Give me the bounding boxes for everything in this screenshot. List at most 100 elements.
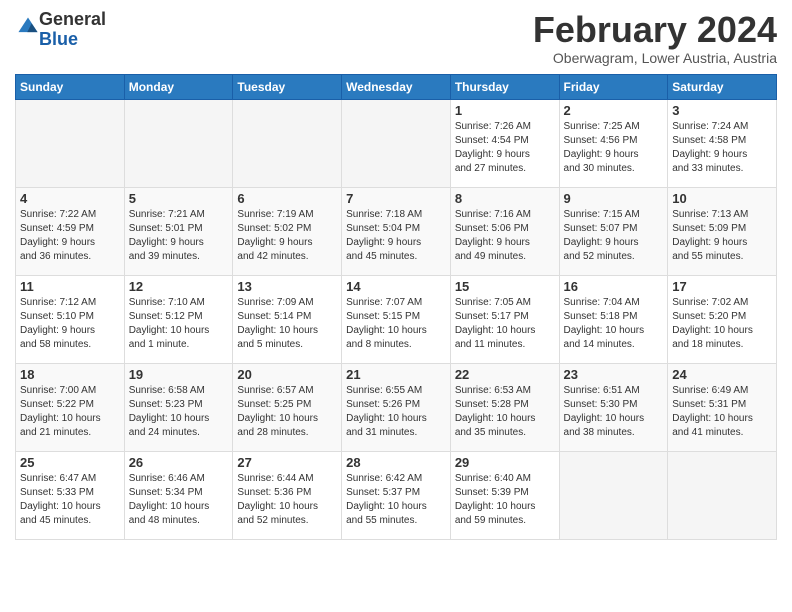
calendar-cell: 15 Sunrise: 7:05 AM Sunset: 5:17 PM Dayli… [450, 275, 559, 363]
day-info: Sunrise: 6:58 AM Sunset: 5:23 PM Dayligh… [129, 384, 229, 440]
day-info: Sunrise: 7:12 AM Sunset: 5:10 PM Dayligh… [20, 296, 120, 352]
month-title: February 2024 [533, 10, 777, 50]
day-number: 7 [346, 191, 446, 206]
calendar-table: SundayMondayTuesdayWednesdayThursdayFrid… [15, 74, 777, 540]
day-number: 24 [672, 367, 772, 382]
calendar-cell: 20 Sunrise: 6:57 AM Sunset: 5:25 PM Dayli… [233, 363, 342, 451]
day-info: Sunrise: 6:49 AM Sunset: 5:31 PM Dayligh… [672, 384, 772, 440]
calendar-cell: 22 Sunrise: 6:53 AM Sunset: 5:28 PM Dayli… [450, 363, 559, 451]
calendar-cell [342, 99, 451, 187]
day-number: 22 [455, 367, 555, 382]
calendar-cell: 10 Sunrise: 7:13 AM Sunset: 5:09 PM Dayli… [668, 187, 777, 275]
day-header-saturday: Saturday [668, 74, 777, 99]
day-number: 21 [346, 367, 446, 382]
calendar-cell: 26 Sunrise: 6:46 AM Sunset: 5:34 PM Dayli… [124, 451, 233, 539]
day-info: Sunrise: 6:46 AM Sunset: 5:34 PM Dayligh… [129, 472, 229, 528]
day-number: 19 [129, 367, 229, 382]
calendar-cell: 2 Sunrise: 7:25 AM Sunset: 4:56 PM Daylig… [559, 99, 668, 187]
calendar-cell: 9Sunrise: 7:15 AM Sunset: 5:07 PM Daylig… [559, 187, 668, 275]
calendar-cell: 25 Sunrise: 6:47 AM Sunset: 5:33 PM Dayli… [16, 451, 125, 539]
title-area: February 2024 Oberwagram, Lower Austria,… [533, 10, 777, 66]
day-header-friday: Friday [559, 74, 668, 99]
calendar-cell: 3 Sunrise: 7:24 AM Sunset: 4:58 PM Daylig… [668, 99, 777, 187]
calendar-cell [233, 99, 342, 187]
day-info: Sunrise: 7:19 AM Sunset: 5:02 PM Dayligh… [237, 208, 337, 264]
day-info: Sunrise: 7:21 AM Sunset: 5:01 PM Dayligh… [129, 208, 229, 264]
calendar-cell: 19 Sunrise: 6:58 AM Sunset: 5:23 PM Dayli… [124, 363, 233, 451]
logo: General Blue [15, 10, 106, 50]
day-info: Sunrise: 7:13 AM Sunset: 5:09 PM Dayligh… [672, 208, 772, 264]
day-info: Sunrise: 7:07 AM Sunset: 5:15 PM Dayligh… [346, 296, 446, 352]
location: Oberwagram, Lower Austria, Austria [533, 50, 777, 66]
day-header-tuesday: Tuesday [233, 74, 342, 99]
day-info: Sunrise: 7:25 AM Sunset: 4:56 PM Dayligh… [564, 120, 664, 176]
day-info: Sunrise: 6:47 AM Sunset: 5:33 PM Dayligh… [20, 472, 120, 528]
calendar-week-2: 4 Sunrise: 7:22 AM Sunset: 4:59 PM Daylig… [16, 187, 777, 275]
day-number: 15 [455, 279, 555, 294]
day-header-sunday: Sunday [16, 74, 125, 99]
day-number: 17 [672, 279, 772, 294]
day-info: Sunrise: 7:09 AM Sunset: 5:14 PM Dayligh… [237, 296, 337, 352]
day-info: Sunrise: 7:00 AM Sunset: 5:22 PM Dayligh… [20, 384, 120, 440]
day-number: 4 [20, 191, 120, 206]
day-info: Sunrise: 6:44 AM Sunset: 5:36 PM Dayligh… [237, 472, 337, 528]
day-info: Sunrise: 7:26 AM Sunset: 4:54 PM Dayligh… [455, 120, 555, 176]
day-number: 9 [564, 191, 664, 206]
day-number: 5 [129, 191, 229, 206]
day-info: Sunrise: 7:22 AM Sunset: 4:59 PM Dayligh… [20, 208, 120, 264]
calendar-cell: 7 Sunrise: 7:18 AM Sunset: 5:04 PM Daylig… [342, 187, 451, 275]
calendar-cell: 5 Sunrise: 7:21 AM Sunset: 5:01 PM Daylig… [124, 187, 233, 275]
calendar-week-1: 1 Sunrise: 7:26 AM Sunset: 4:54 PM Daylig… [16, 99, 777, 187]
calendar-cell: 8 Sunrise: 7:16 AM Sunset: 5:06 PM Daylig… [450, 187, 559, 275]
day-info: Sunrise: 7:18 AM Sunset: 5:04 PM Dayligh… [346, 208, 446, 264]
day-number: 12 [129, 279, 229, 294]
calendar-week-3: 11 Sunrise: 7:12 AM Sunset: 5:10 PM Dayli… [16, 275, 777, 363]
calendar-cell: 16Sunrise: 7:04 AM Sunset: 5:18 PM Dayli… [559, 275, 668, 363]
calendar-header-row: SundayMondayTuesdayWednesdayThursdayFrid… [16, 74, 777, 99]
day-number: 23 [564, 367, 664, 382]
day-number: 29 [455, 455, 555, 470]
logo-icon [17, 16, 39, 38]
day-header-thursday: Thursday [450, 74, 559, 99]
day-number: 8 [455, 191, 555, 206]
calendar-cell: 21 Sunrise: 6:55 AM Sunset: 5:26 PM Dayli… [342, 363, 451, 451]
calendar-cell: 23Sunrise: 6:51 AM Sunset: 5:30 PM Dayli… [559, 363, 668, 451]
day-info: Sunrise: 6:57 AM Sunset: 5:25 PM Dayligh… [237, 384, 337, 440]
day-info: Sunrise: 6:40 AM Sunset: 5:39 PM Dayligh… [455, 472, 555, 528]
day-info: Sunrise: 6:53 AM Sunset: 5:28 PM Dayligh… [455, 384, 555, 440]
day-info: Sunrise: 7:24 AM Sunset: 4:58 PM Dayligh… [672, 120, 772, 176]
day-number: 14 [346, 279, 446, 294]
calendar-cell [16, 99, 125, 187]
logo-blue-text: Blue [39, 29, 78, 49]
day-number: 1 [455, 103, 555, 118]
day-number: 11 [20, 279, 120, 294]
day-number: 3 [672, 103, 772, 118]
day-info: Sunrise: 7:16 AM Sunset: 5:06 PM Dayligh… [455, 208, 555, 264]
calendar-cell: 14 Sunrise: 7:07 AM Sunset: 5:15 PM Dayli… [342, 275, 451, 363]
calendar-cell: 29 Sunrise: 6:40 AM Sunset: 5:39 PM Dayli… [450, 451, 559, 539]
calendar-cell: 4 Sunrise: 7:22 AM Sunset: 4:59 PM Daylig… [16, 187, 125, 275]
calendar-week-4: 18 Sunrise: 7:00 AM Sunset: 5:22 PM Dayli… [16, 363, 777, 451]
day-number: 10 [672, 191, 772, 206]
day-info: Sunrise: 6:42 AM Sunset: 5:37 PM Dayligh… [346, 472, 446, 528]
calendar-cell [668, 451, 777, 539]
calendar-cell: 13 Sunrise: 7:09 AM Sunset: 5:14 PM Dayli… [233, 275, 342, 363]
day-info: Sunrise: 7:05 AM Sunset: 5:17 PM Dayligh… [455, 296, 555, 352]
calendar-cell: 27 Sunrise: 6:44 AM Sunset: 5:36 PM Dayli… [233, 451, 342, 539]
day-number: 18 [20, 367, 120, 382]
calendar-cell: 28Sunrise: 6:42 AM Sunset: 5:37 PM Dayli… [342, 451, 451, 539]
calendar-cell: 6Sunrise: 7:19 AM Sunset: 5:02 PM Daylig… [233, 187, 342, 275]
day-number: 27 [237, 455, 337, 470]
day-number: 25 [20, 455, 120, 470]
calendar-cell: 11 Sunrise: 7:12 AM Sunset: 5:10 PM Dayli… [16, 275, 125, 363]
day-number: 13 [237, 279, 337, 294]
day-number: 2 [564, 103, 664, 118]
calendar-cell: 24 Sunrise: 6:49 AM Sunset: 5:31 PM Dayli… [668, 363, 777, 451]
calendar-cell [124, 99, 233, 187]
day-info: Sunrise: 6:55 AM Sunset: 5:26 PM Dayligh… [346, 384, 446, 440]
calendar-cell [559, 451, 668, 539]
day-number: 26 [129, 455, 229, 470]
day-header-monday: Monday [124, 74, 233, 99]
day-info: Sunrise: 7:10 AM Sunset: 5:12 PM Dayligh… [129, 296, 229, 352]
day-number: 20 [237, 367, 337, 382]
